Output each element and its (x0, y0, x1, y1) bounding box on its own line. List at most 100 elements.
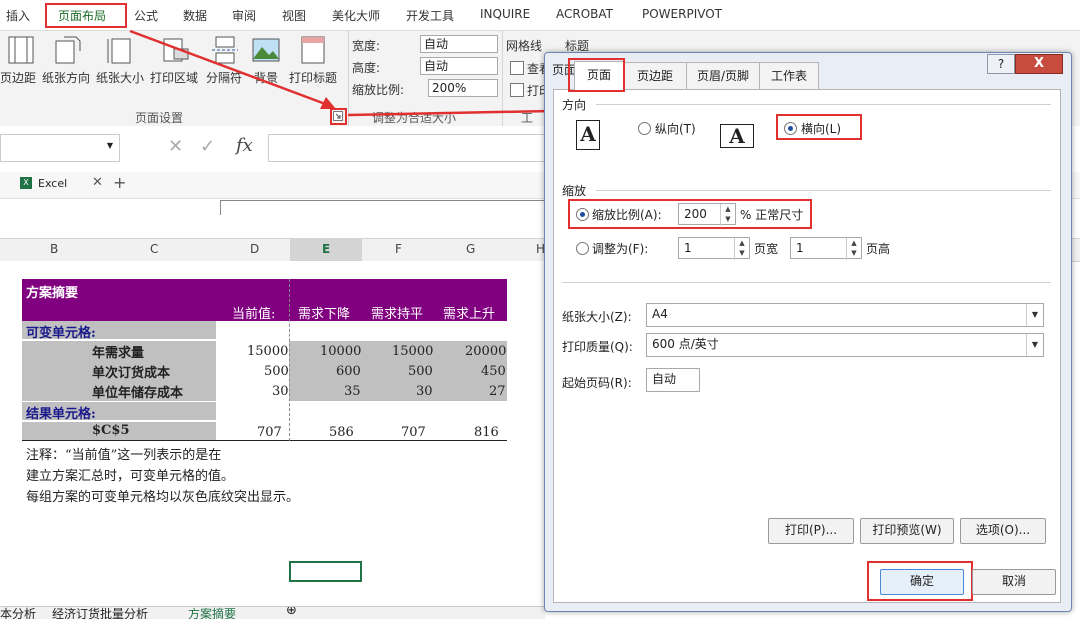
value-cell[interactable]: 27 (489, 384, 506, 399)
summary-title: 方案摘要 (26, 286, 79, 301)
col-header[interactable]: E (322, 242, 330, 256)
add-sheet-icon[interactable]: ⊕ (286, 607, 297, 618)
header-current: 当前值: (232, 307, 276, 322)
tab-beautify[interactable]: 美化大师 (332, 7, 380, 24)
header-flat: 需求持平 (371, 307, 424, 322)
tab-developer[interactable]: 开发工具 (406, 7, 454, 24)
chevron-down-icon: ▼ (1026, 304, 1043, 326)
value-cell[interactable]: 20000 (465, 344, 506, 359)
add-tab-icon[interactable]: + (113, 173, 126, 192)
tab-margins[interactable]: 页边距 (623, 62, 687, 89)
orientation-button[interactable]: 纸张方向 (42, 69, 90, 86)
highlight-box (867, 561, 973, 601)
value-cell[interactable]: 30 (272, 384, 289, 399)
fit-tall-input[interactable]: 1 ▲ ▼ (790, 237, 862, 260)
tab-formulas[interactable]: 公式 (134, 7, 158, 24)
name-box[interactable]: ▼ (0, 134, 120, 162)
paper-size-label: 纸张大小(Z): (562, 310, 632, 324)
value-cell[interactable]: 450 (481, 364, 506, 379)
workbook-tab-label[interactable]: Excel (38, 177, 67, 190)
col-header[interactable]: C (150, 242, 158, 256)
fit-tall-suffix: 页高 (866, 242, 891, 256)
active-cell[interactable] (289, 561, 362, 582)
col-header[interactable]: F (395, 242, 402, 256)
tab-insert[interactable]: 插入 (6, 7, 30, 24)
tab-sheet[interactable]: 工作表 (759, 62, 819, 89)
value-cell[interactable]: 586 (329, 425, 354, 440)
value-cell[interactable]: 816 (474, 425, 499, 440)
first-page-input[interactable]: 自动 (646, 368, 700, 392)
value-cell[interactable]: 500 (264, 364, 289, 379)
options-button[interactable]: 选项(O)... (960, 518, 1046, 544)
formula-input[interactable] (268, 134, 550, 162)
cancel-button[interactable]: 取消 (972, 569, 1056, 595)
spinner[interactable]: ▲ ▼ (846, 238, 861, 260)
portrait-label[interactable]: 纵向(T) (655, 120, 696, 137)
scaling-section-label: 缩放 (562, 184, 587, 198)
adjust-ratio-radio[interactable] (576, 208, 589, 221)
print-quality-label: 打印质量(Q): (562, 340, 633, 354)
spinner[interactable]: ▲ ▼ (734, 238, 749, 260)
enter-icon[interactable]: ✓ (200, 136, 215, 157)
section-divider (562, 282, 1051, 283)
orientation-section-label: 方向 (562, 98, 587, 112)
function-icon[interactable]: fx (236, 135, 253, 156)
tab-data[interactable]: 数据 (183, 7, 207, 24)
tab-powerpivot[interactable]: POWERPIVOT (642, 7, 722, 21)
sheet-tab-active[interactable]: 方案摘要 (188, 607, 236, 619)
print-button[interactable]: 打印(P)... (768, 518, 854, 544)
print-quality-select[interactable]: 600 点/英寸 ▼ (646, 333, 1044, 357)
value-cell[interactable]: 600 (336, 364, 361, 379)
fit-wide-input[interactable]: 1 ▲ ▼ (678, 237, 750, 260)
dialog-body: 页面 页边距 页眉/页脚 工作表 方向 A 纵向(T) A 横向(L) 缩放 缩… (553, 58, 1061, 603)
value-cell[interactable]: 500 (408, 364, 433, 379)
value-cell[interactable]: 30 (416, 384, 433, 399)
help-icon[interactable]: ? (987, 54, 1015, 74)
col-header[interactable]: D (250, 242, 259, 256)
portrait-radio[interactable] (638, 122, 651, 135)
excel-icon: X (20, 177, 32, 189)
chevron-down-icon: ▼ (106, 141, 113, 150)
col-header[interactable]: G (466, 242, 475, 256)
print-preview-button[interactable]: 打印预览(W) (860, 518, 954, 544)
tab-header-footer[interactable]: 页眉/页脚 (686, 62, 760, 89)
note-line: 建立方案汇总时，可变单元格的值。 (26, 469, 235, 484)
cancel-icon[interactable]: ✕ (168, 136, 183, 157)
orientation-icon[interactable] (52, 35, 84, 65)
sheet-tab[interactable]: 本分析 (0, 607, 36, 619)
row-label: $C$5 (92, 423, 130, 438)
sheet-tab[interactable]: 经济订货批量分析 (52, 607, 148, 619)
value-cell[interactable]: 707 (257, 425, 282, 440)
sheet-tab-bar: 本分析 经济订货批量分析 方案摘要 ⊕ (0, 606, 545, 619)
page-break-line (289, 279, 290, 441)
fit-to-label[interactable]: 调整为(F): (592, 240, 648, 257)
changing-cells-label: 可变单元格: (26, 326, 96, 341)
row-label: 单位年储存成本 (92, 386, 184, 401)
tab-review[interactable]: 审阅 (232, 7, 256, 24)
close-button[interactable]: X (1015, 54, 1063, 74)
portrait-icon: A (576, 120, 600, 150)
adjust-ratio-label[interactable]: 缩放比例(A): (592, 206, 662, 223)
adjust-ratio-input[interactable]: 200 ▲ ▼ (678, 203, 736, 226)
row-label: 单次订货成本 (92, 366, 171, 381)
header-down: 需求下降 (298, 307, 351, 322)
paper-size-select[interactable]: A4 ▼ (646, 303, 1044, 327)
tab-inquire[interactable]: INQUIRE (480, 7, 530, 21)
value-cell[interactable]: 707 (401, 425, 426, 440)
close-icon[interactable]: ✕ (92, 175, 103, 190)
value-cell[interactable]: 35 (344, 384, 361, 399)
fit-to-radio[interactable] (576, 242, 589, 255)
margins-button[interactable]: 页边距 (0, 69, 36, 86)
col-header[interactable]: B (50, 242, 58, 256)
value-cell[interactable]: 10000 (320, 344, 361, 359)
note-line: 注释：“当前值”这一列表示的是在 (26, 448, 222, 463)
value-cell[interactable]: 15000 (247, 344, 288, 359)
table-border (22, 440, 507, 441)
margins-icon[interactable] (6, 35, 38, 65)
section-divider (596, 104, 1051, 105)
tab-acrobat[interactable]: ACROBAT (556, 7, 613, 21)
worksheet: 方案摘要 当前值: 需求下降 需求持平 需求上升 可变单元格: 年需求量 150… (0, 261, 545, 606)
value-cell[interactable]: 15000 (392, 344, 433, 359)
tab-view[interactable]: 视图 (282, 7, 306, 24)
spinner[interactable]: ▲ ▼ (720, 204, 735, 226)
